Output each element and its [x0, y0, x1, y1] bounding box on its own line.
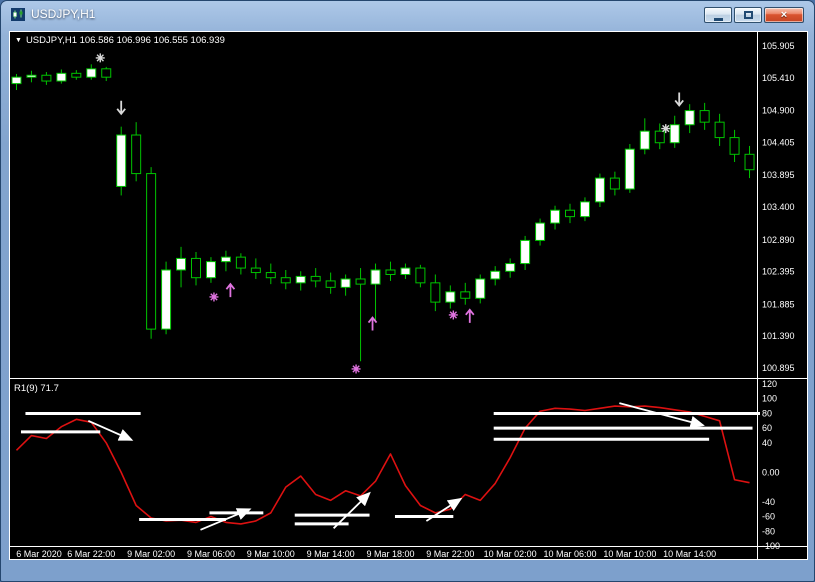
svg-text:104.405: 104.405 — [762, 137, 795, 147]
svg-text:60: 60 — [762, 423, 772, 433]
star-signal-icon — [209, 292, 219, 302]
svg-text:0.00: 0.00 — [762, 467, 780, 477]
star-signal-icon — [351, 364, 361, 374]
svg-text:6 Mar 22:00: 6 Mar 22:00 — [67, 549, 115, 559]
svg-text:40: 40 — [762, 438, 772, 448]
svg-text:10 Mar 14:00: 10 Mar 14:00 — [663, 549, 716, 559]
svg-text:101.390: 101.390 — [762, 331, 795, 341]
star-signal-icon — [661, 124, 671, 134]
svg-text:120: 120 — [762, 379, 777, 389]
svg-text:102.395: 102.395 — [762, 267, 795, 277]
window-title: USDJPY,H1 — [31, 7, 96, 21]
svg-text:9 Mar 02:00: 9 Mar 02:00 — [127, 549, 175, 559]
svg-text:10 Mar 06:00: 10 Mar 06:00 — [543, 549, 596, 559]
svg-text:105.410: 105.410 — [762, 73, 795, 83]
close-icon: × — [780, 8, 788, 21]
maximize-button[interactable] — [734, 7, 762, 23]
svg-text:-80: -80 — [762, 526, 775, 536]
svg-text:6 Mar 2020: 6 Mar 2020 — [16, 549, 62, 559]
star-signal-icon — [448, 310, 458, 320]
svg-text:105.905: 105.905 — [762, 41, 795, 51]
svg-text:-60: -60 — [762, 512, 775, 522]
chart-window-icon — [11, 7, 25, 21]
window-titlebar[interactable]: USDJPY,H1 × — [1, 1, 814, 31]
svg-text:-40: -40 — [762, 497, 775, 507]
svg-text:9 Mar 14:00: 9 Mar 14:00 — [307, 549, 355, 559]
minimize-button[interactable] — [704, 7, 732, 23]
svg-text:9 Mar 22:00: 9 Mar 22:00 — [426, 549, 474, 559]
svg-text:9 Mar 10:00: 9 Mar 10:00 — [247, 549, 295, 559]
svg-text:80: 80 — [762, 408, 772, 418]
svg-text:9 Mar 06:00: 9 Mar 06:00 — [187, 549, 235, 559]
window-controls: × — [704, 7, 804, 23]
chart-region: 105.905 105.410 104.900 104.405 103.895 103.4… — [9, 31, 808, 560]
mt4-chart-window: USDJPY,H1 × 105.905 105.410 104.900 104.405… — [0, 0, 815, 582]
svg-text:103.400: 103.400 — [762, 202, 795, 212]
svg-text:9 Mar 18:00: 9 Mar 18:00 — [366, 549, 414, 559]
close-button[interactable]: × — [764, 7, 804, 23]
minimize-icon — [713, 17, 723, 21]
maximize-icon — [743, 11, 753, 19]
svg-text:103.895: 103.895 — [762, 170, 795, 180]
chart-canvas[interactable]: 105.905 105.410 104.900 104.405 103.895 103.4… — [9, 31, 808, 560]
star-signal-icon — [95, 53, 105, 63]
svg-text:101.885: 101.885 — [762, 299, 795, 309]
svg-text:102.890: 102.890 — [762, 235, 795, 245]
svg-text:100.895: 100.895 — [762, 363, 795, 373]
svg-text:-100: -100 — [762, 541, 780, 551]
svg-text:100: 100 — [762, 394, 777, 404]
svg-text:104.900: 104.900 — [762, 106, 795, 116]
symbol-dropdown-arrow-icon[interactable]: ▼ — [15, 37, 22, 44]
svg-text:10 Mar 10:00: 10 Mar 10:00 — [603, 549, 656, 559]
svg-text:10 Mar 02:00: 10 Mar 02:00 — [484, 549, 537, 559]
